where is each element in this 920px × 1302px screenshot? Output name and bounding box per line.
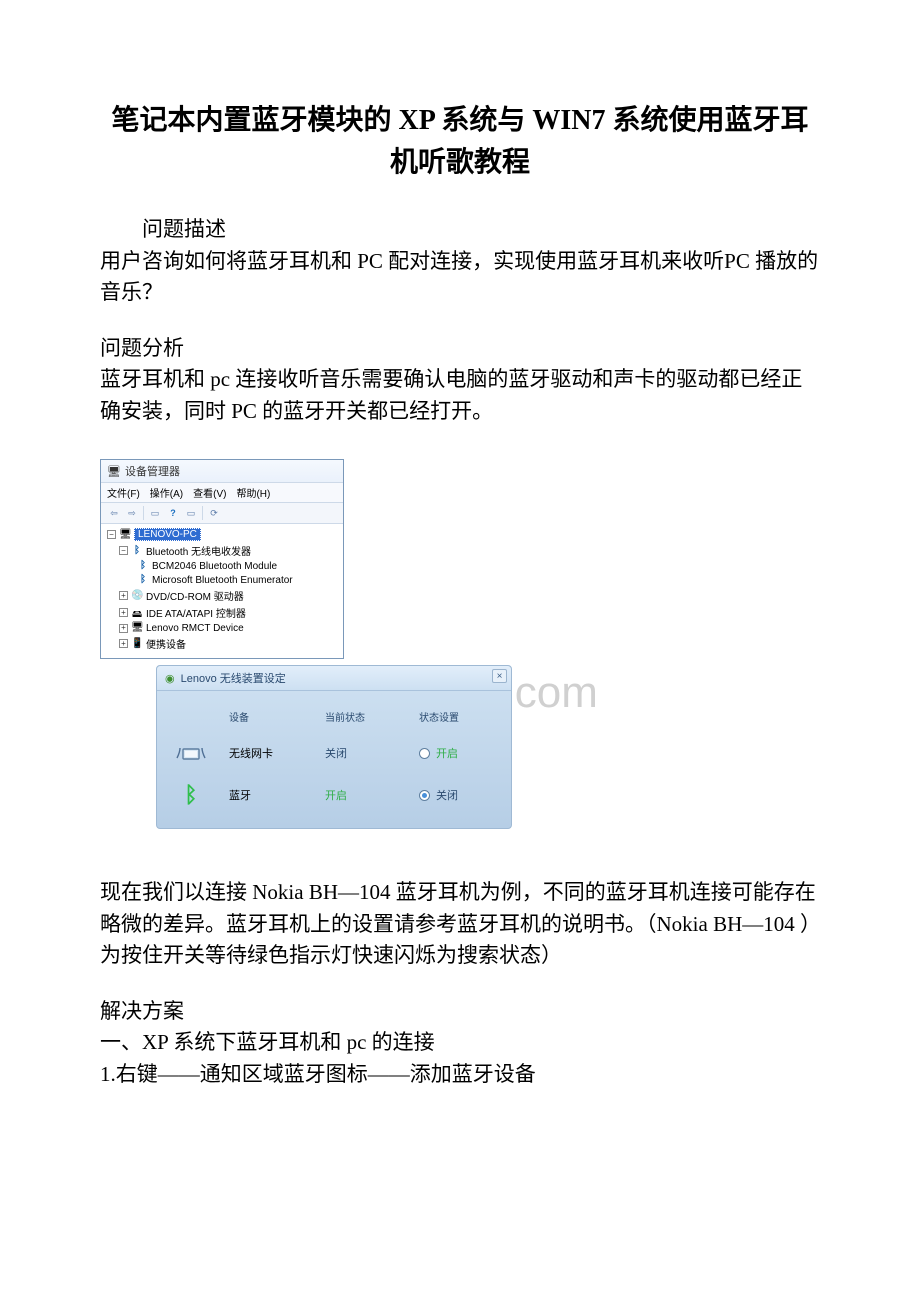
toolbar-separator <box>143 506 144 520</box>
tree-rmct[interactable]: + 🖥 Lenovo RMCT Device <box>105 621 339 635</box>
bt-name: 蓝牙 <box>229 787 317 803</box>
device-manager-window: 🖥 设备管理器 文件(F) 操作(A) 查看(V) 帮助(H) ⇦ ⇨ ▭ ? … <box>100 459 344 659</box>
devmgr-menubar: 文件(F) 操作(A) 查看(V) 帮助(H) <box>101 483 343 503</box>
col-setting: 状态设置 <box>419 709 509 724</box>
lenovo-panel-title: ◉ Lenovo 无线装置设定 <box>157 666 511 691</box>
toolbar-separator-2 <box>202 506 203 520</box>
radio-icon[interactable] <box>419 790 430 801</box>
globe-icon: ◉ <box>165 672 175 685</box>
tree-bt-child1-label: BCM2046 Bluetooth Module <box>152 561 277 572</box>
bt-action[interactable]: 关闭 <box>419 787 509 803</box>
toolbar-help-icon[interactable]: ? <box>166 506 180 520</box>
toolbar-scan-icon[interactable]: ⟳ <box>207 506 221 520</box>
tree-expand-icon[interactable]: + <box>119 639 128 648</box>
lenovo-header-row: . 设备 当前状态 状态设置 <box>157 709 511 724</box>
menu-help[interactable]: 帮助(H) <box>236 485 270 500</box>
page-title: 笔记本内置蓝牙模块的 XP 系统与 WIN7 系统使用蓝牙耳机听歌教程 <box>100 100 820 184</box>
wifi-icon <box>173 740 209 766</box>
menu-file[interactable]: 文件(F) <box>107 485 140 500</box>
tree-portable-label: 便携设备 <box>146 636 186 651</box>
tree-rmct-label: Lenovo RMCT Device <box>146 623 244 634</box>
wifi-row: 无线网卡 关闭 开启 <box>157 740 511 766</box>
tree-dvd[interactable]: + 💿 DVD/CD-ROM 驱动器 <box>105 587 339 604</box>
menu-view[interactable]: 查看(V) <box>193 485 226 500</box>
tree-root-row[interactable]: − 🖥 LENOVO-PC <box>105 527 339 542</box>
controller-icon: 🖴 <box>131 607 143 619</box>
solution-step-1: 一、XP 系统下蓝牙耳机和 pc 的连接 <box>100 1027 820 1059</box>
tree-collapse-icon[interactable]: − <box>119 546 128 555</box>
tree-bt-child2-label: Microsoft Bluetooth Enumerator <box>152 575 293 586</box>
devmgr-tree: − 🖥 LENOVO-PC − ᛒ Bluetooth 无线电收发器 ᛒ BCM… <box>101 524 343 658</box>
tree-portable[interactable]: + 📱 便携设备 <box>105 635 339 652</box>
tree-bt-child1[interactable]: ᛒ BCM2046 Bluetooth Module <box>105 559 339 573</box>
tree-expand-icon[interactable]: + <box>119 591 128 600</box>
section-label-solution: 解决方案 <box>100 996 820 1028</box>
wifi-action-label: 开启 <box>436 745 458 761</box>
problem-desc-text: 用户咨询如何将蓝牙耳机和 PC 配对连接，实现使用蓝牙耳机来收听PC 播放的音乐… <box>100 246 820 309</box>
toolbar-view-icon[interactable]: ▭ <box>184 506 198 520</box>
col-status: 当前状态 <box>325 709 411 724</box>
lenovo-wireless-panel: ◉ Lenovo 无线装置设定 × . 设备 当前状态 状态设置 无线网卡 关闭… <box>156 665 512 829</box>
tree-collapse-icon[interactable]: − <box>107 530 116 539</box>
toolbar-forward-icon[interactable]: ⇨ <box>125 506 139 520</box>
tree-ide[interactable]: + 🖴 IDE ATA/ATAPI 控制器 <box>105 604 339 621</box>
section-label-analysis: 问题分析 <box>100 333 820 365</box>
computer-icon: 🖥 <box>107 465 121 478</box>
section-label-problem-desc: 问题描述 <box>100 214 820 246</box>
tree-bt-parent-label: Bluetooth 无线电收发器 <box>146 543 251 558</box>
solution-step-1-1: 1.右键——通知区域蓝牙图标——添加蓝牙设备 <box>100 1059 820 1091</box>
wifi-status: 关闭 <box>325 745 411 761</box>
menu-action[interactable]: 操作(A) <box>150 485 183 500</box>
bluetooth-icon: ᛒ <box>137 560 149 572</box>
devmgr-toolbar: ⇦ ⇨ ▭ ? ▭ ⟳ <box>101 503 343 524</box>
wifi-action[interactable]: 开启 <box>419 745 509 761</box>
device-icon: 🖥 <box>131 622 143 634</box>
tree-ide-label: IDE ATA/ATAPI 控制器 <box>146 605 246 620</box>
tree-bt-child2[interactable]: ᛒ Microsoft Bluetooth Enumerator <box>105 573 339 587</box>
analysis-text: 蓝牙耳机和 pc 连接收听音乐需要确认电脑的蓝牙驱动和声卡的驱动都已经正确安装，… <box>100 364 820 427</box>
toolbar-back-icon[interactable]: ⇦ <box>107 506 121 520</box>
bluetooth-icon: ᛒ <box>131 545 143 557</box>
tree-expand-icon[interactable]: + <box>119 608 128 617</box>
portable-device-icon: 📱 <box>131 638 143 650</box>
close-button[interactable]: × <box>492 669 507 683</box>
wifi-name: 无线网卡 <box>229 745 317 761</box>
computer-icon: 🖥 <box>119 529 131 541</box>
radio-icon[interactable] <box>419 748 430 759</box>
devmgr-title-text: 设备管理器 <box>125 463 180 479</box>
devmgr-titlebar: 🖥 设备管理器 <box>101 460 343 483</box>
bluetooth-row: ᛒ 蓝牙 开启 关闭 <box>157 782 511 808</box>
bt-status: 开启 <box>325 787 411 803</box>
tree-bt-parent[interactable]: − ᛒ Bluetooth 无线电收发器 <box>105 542 339 559</box>
bt-action-label: 关闭 <box>436 787 458 803</box>
col-device: 设备 <box>229 709 317 724</box>
disc-icon: 💿 <box>131 590 143 602</box>
tree-expand-icon[interactable]: + <box>119 624 128 633</box>
tree-dvd-label: DVD/CD-ROM 驱动器 <box>146 588 244 603</box>
example-paragraph: 现在我们以连接 Nokia BH—104 蓝牙耳机为例，不同的蓝牙耳机连接可能存… <box>100 877 820 972</box>
lenovo-title-text: Lenovo 无线装置设定 <box>181 670 286 686</box>
toolbar-properties-icon[interactable]: ▭ <box>148 506 162 520</box>
tree-root-label: LENOVO-PC <box>134 528 201 541</box>
bluetooth-icon: ᛒ <box>137 574 149 586</box>
bluetooth-icon: ᛒ <box>173 782 209 808</box>
